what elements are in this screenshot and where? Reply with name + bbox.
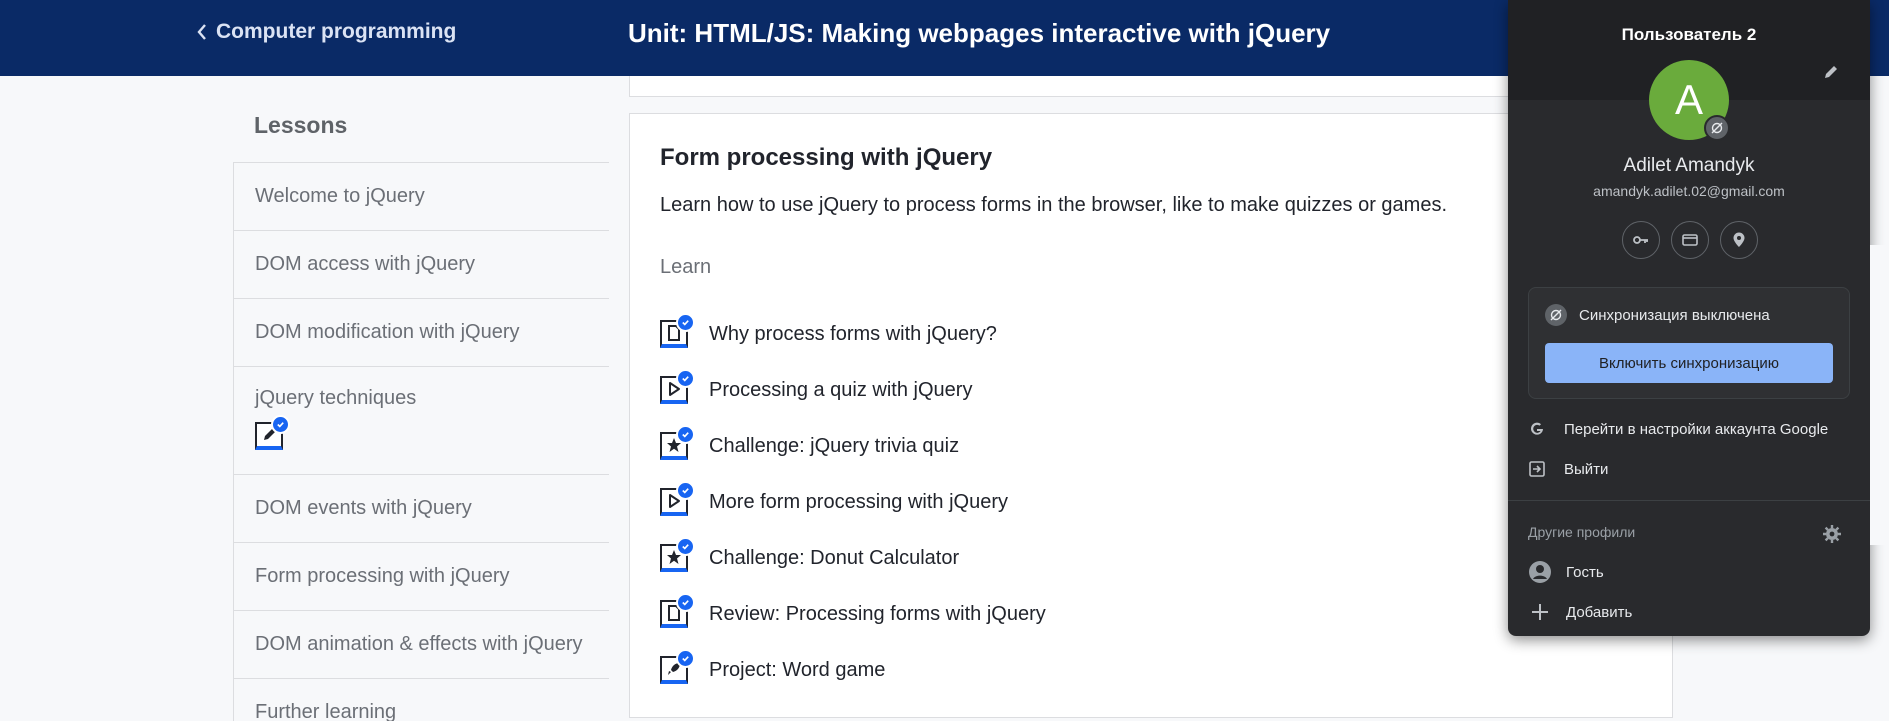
lesson-label: DOM access with jQuery	[255, 253, 476, 275]
add-profile-label: Добавить	[1566, 603, 1633, 621]
sync-status-label: Синхронизация выключена	[1579, 306, 1770, 324]
payment-card-icon[interactable]	[1671, 221, 1709, 259]
lesson-description: Learn how to use jQuery to process forms…	[660, 194, 1448, 216]
guest-profile-item[interactable]: Гость	[1528, 560, 1604, 584]
content-item[interactable]: Challenge: jQuery trivia quiz	[660, 418, 1046, 474]
profile-label: Пользователь 2	[1621, 25, 1757, 44]
lesson-item[interactable]: Further learning	[234, 679, 609, 721]
lesson-item-current[interactable]: Form processing with jQuery	[234, 543, 609, 611]
lesson-label: Form processing with jQuery	[255, 565, 510, 587]
back-link-label: Computer programming	[216, 20, 457, 43]
sign-out-label: Выйти	[1564, 460, 1609, 478]
content-item-label: Processing a quiz with jQuery	[709, 378, 973, 401]
completed-check-icon	[676, 649, 695, 668]
exercise-pencil-icon[interactable]	[255, 415, 290, 450]
content-list: Why process forms with jQuery? Processin…	[660, 306, 1046, 698]
manage-profiles-gear-icon[interactable]	[1822, 524, 1842, 544]
guest-avatar-icon	[1529, 561, 1551, 583]
completed-check-icon	[676, 593, 695, 612]
lesson-label: jQuery techniques	[255, 387, 417, 409]
edit-profile-pencil-icon[interactable]	[1821, 62, 1841, 82]
content-item-label: Challenge: jQuery trivia quiz	[709, 434, 960, 457]
completed-check-icon	[676, 425, 695, 444]
user-email: amandyk.adilet.02@gmail.com	[1593, 183, 1785, 199]
sync-panel: Синхронизация выключена Включить синхрон…	[1528, 287, 1850, 399]
content-item[interactable]: Review: Processing forms with jQuery	[660, 586, 1046, 642]
completed-check-icon	[676, 369, 695, 388]
lesson-item[interactable]: DOM events with jQuery	[234, 475, 609, 543]
content-item[interactable]: Why process forms with jQuery?	[660, 306, 1046, 362]
passwords-key-icon[interactable]	[1622, 221, 1660, 259]
lesson-title[interactable]: Form processing with jQuery	[660, 144, 992, 172]
manage-google-account-label: Перейти в настройки аккаунта Google	[1564, 420, 1829, 438]
addresses-location-icon[interactable]	[1720, 221, 1758, 259]
content-item[interactable]: Challenge: Donut Calculator	[660, 530, 1046, 586]
lesson-item[interactable]: DOM animation & effects with jQuery	[234, 611, 609, 679]
browser-profile-menu: Пользователь 2 A Adilet Amandyk amandyk.…	[1508, 0, 1870, 636]
lesson-label: Welcome to jQuery	[255, 185, 425, 207]
content-item-label: More form processing with jQuery	[709, 490, 1008, 513]
learn-section-label: Learn	[660, 256, 712, 278]
sync-off-badge-icon	[1704, 115, 1730, 141]
page-right-edge	[1870, 245, 1889, 545]
quick-actions	[1622, 221, 1758, 259]
manage-google-account-item[interactable]: Перейти в настройки аккаунта Google	[1528, 420, 1828, 438]
sign-out-item[interactable]: Выйти	[1528, 460, 1608, 478]
guest-label: Гость	[1566, 563, 1604, 581]
other-profiles-heading: Другие профили	[1528, 524, 1636, 540]
lesson-item[interactable]: DOM modification with jQuery	[234, 299, 609, 367]
lesson-item[interactable]: DOM access with jQuery	[234, 231, 609, 299]
content-item[interactable]: Processing a quiz with jQuery	[660, 362, 1046, 418]
completed-check-icon	[676, 537, 695, 556]
challenge-star-icon	[660, 425, 695, 460]
plus-icon	[1532, 604, 1548, 620]
completed-check-icon	[271, 415, 290, 434]
video-icon	[660, 369, 695, 404]
unit-title: Unit: HTML/JS: Making webpages interacti…	[628, 18, 1331, 48]
video-icon	[660, 481, 695, 516]
content-item-label: Review: Processing forms with jQuery	[709, 602, 1046, 625]
completed-check-icon	[676, 481, 695, 500]
lessons-heading: Lessons	[254, 112, 348, 138]
google-g-icon	[1531, 422, 1543, 435]
content-item[interactable]: More form processing with jQuery	[660, 474, 1046, 530]
content-item-label: Why process forms with jQuery?	[709, 322, 997, 345]
add-profile-item[interactable]: Добавить	[1528, 600, 1632, 624]
back-to-course-link[interactable]: Computer programming	[196, 20, 456, 44]
content-item[interactable]: Project: Word game	[660, 642, 1046, 698]
sign-out-icon	[1529, 461, 1545, 477]
completed-check-icon	[676, 313, 695, 332]
menu-divider	[1508, 500, 1870, 501]
project-rocket-icon	[660, 649, 695, 684]
lesson-label: DOM events with jQuery	[255, 497, 472, 519]
article-icon	[660, 313, 695, 348]
sync-off-icon	[1545, 304, 1567, 326]
article-icon	[660, 593, 695, 628]
lessons-sidebar: Lessons Welcome to jQuery DOM access wit…	[233, 76, 609, 721]
lesson-list: Welcome to jQuery DOM access with jQuery…	[233, 162, 609, 721]
lesson-item[interactable]: Welcome to jQuery	[234, 163, 609, 231]
lesson-label: Further learning	[255, 701, 397, 721]
lesson-item[interactable]: jQuery techniques	[234, 367, 609, 475]
chevron-left-icon	[197, 24, 206, 40]
content-item-label: Challenge: Donut Calculator	[709, 546, 960, 569]
enable-sync-button[interactable]: Включить синхронизацию	[1545, 343, 1833, 383]
lesson-label: DOM animation & effects with jQuery	[255, 633, 583, 655]
user-name: Adilet Amandyk	[1623, 155, 1755, 176]
content-item-label: Project: Word game	[709, 658, 886, 681]
lesson-label: DOM modification with jQuery	[255, 321, 520, 343]
sync-status: Синхронизация выключена	[1545, 304, 1770, 326]
challenge-star-icon	[660, 537, 695, 572]
